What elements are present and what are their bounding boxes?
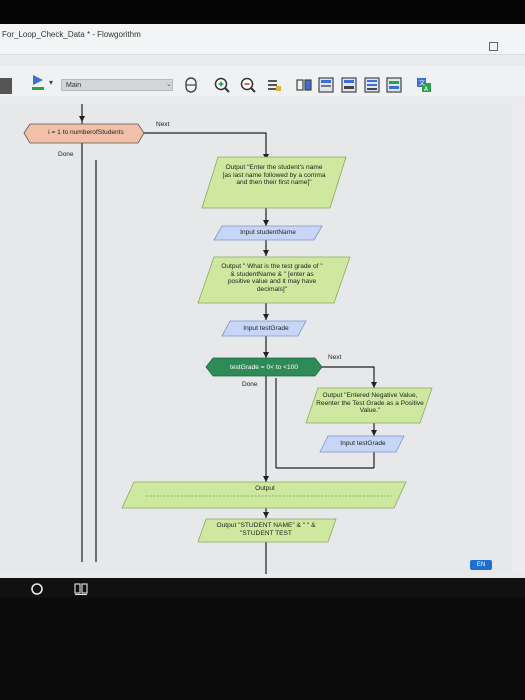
output-prompt-name[interactable]: Output "Enter the student's name [as las… [222, 164, 326, 187]
output-negative-message[interactable]: Output "Entered Negative Value, Reenter … [314, 392, 426, 415]
input-test-grade-retry[interactable]: Input testGrade [328, 440, 398, 448]
input-test-grade[interactable]: Input testGrade [232, 325, 300, 333]
monitor-bezel-bottom [0, 598, 525, 700]
input-student-name[interactable]: Input studentName [226, 229, 310, 237]
while-loop-next-label: Next [328, 354, 342, 361]
output-empty[interactable]: Output [240, 485, 290, 493]
task-view-icon[interactable] [74, 582, 88, 596]
while-loop-done-label: Done [242, 381, 258, 388]
start-icon[interactable] [30, 582, 44, 596]
for-loop-next-label: Next [156, 121, 170, 128]
output-report[interactable]: Output "STUDENT NAME" & " " & "STUDENT T… [204, 522, 328, 537]
output-prompt-grade[interactable]: Output " What is the test grade of " & s… [220, 263, 324, 293]
for-loop-label[interactable]: i = 1 to numberofStudents [34, 129, 138, 137]
while-loop-label[interactable]: testGrade = 0< to <100 [212, 364, 316, 372]
for-loop-done-label: Done [58, 151, 74, 158]
language-indicator[interactable]: EN [470, 560, 492, 570]
